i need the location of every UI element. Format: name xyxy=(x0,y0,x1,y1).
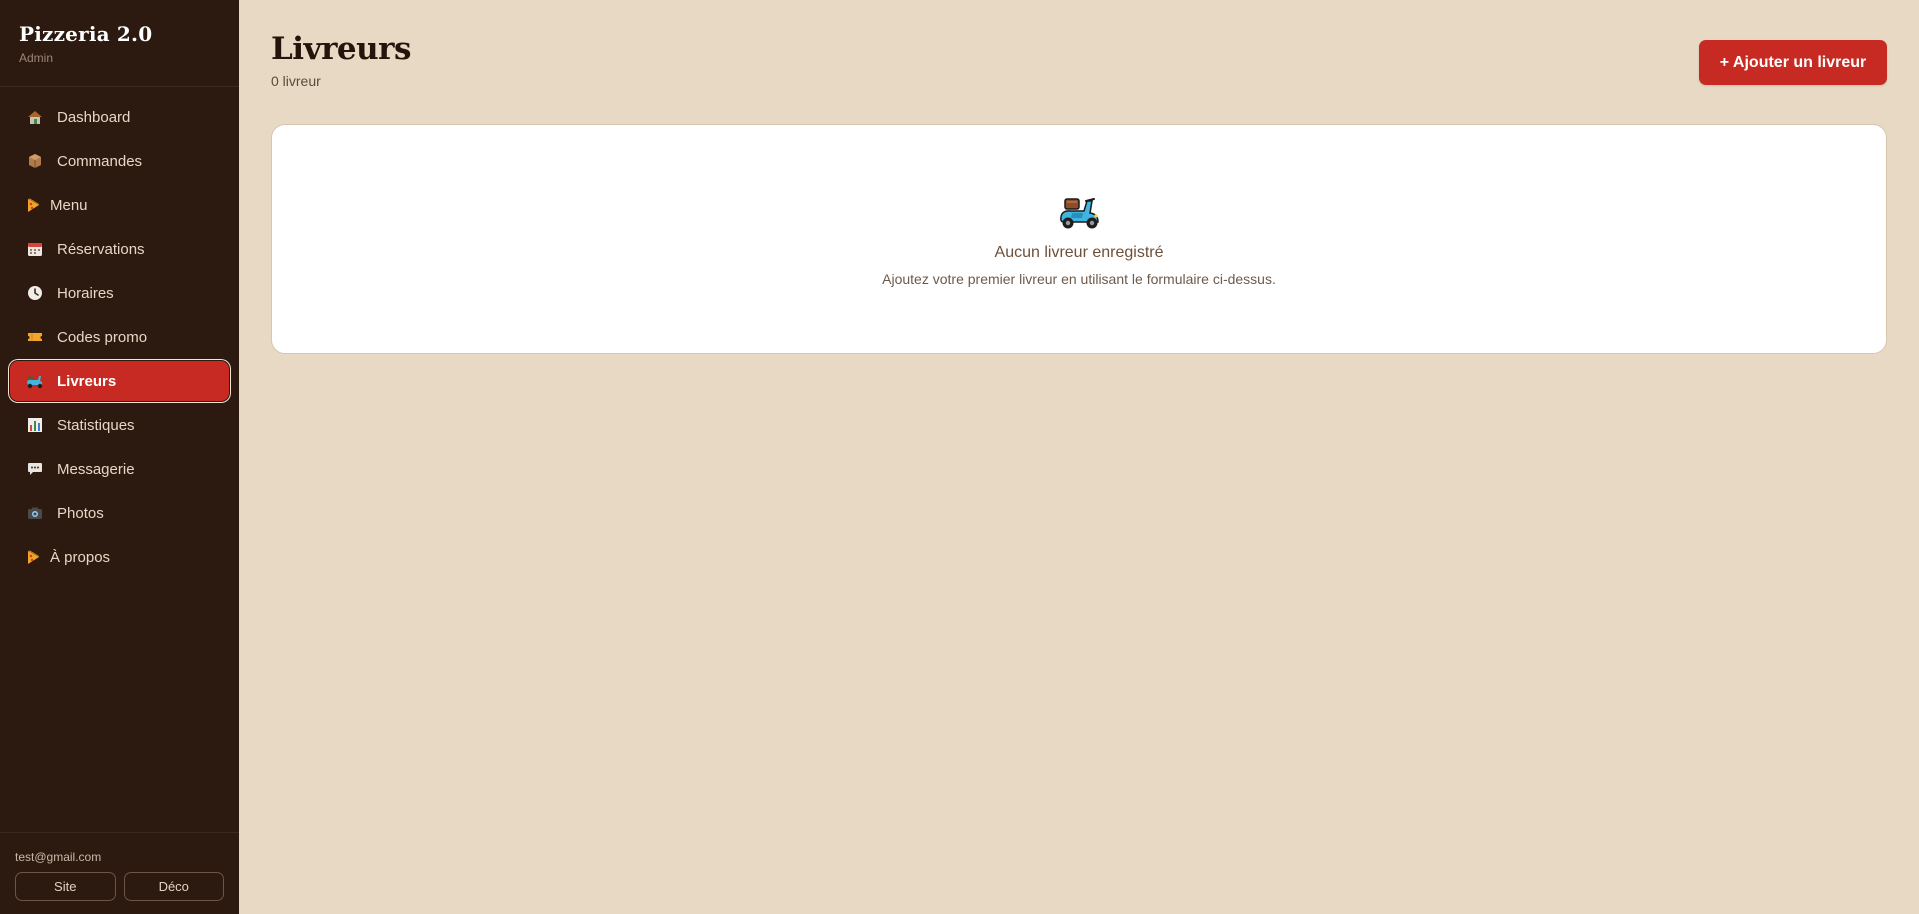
scooter-icon xyxy=(25,371,45,391)
sidebar-item-label: Messagerie xyxy=(57,460,135,478)
clock-icon xyxy=(25,283,45,303)
ticket-icon xyxy=(25,327,45,347)
sidebar-item-label: Menu xyxy=(50,196,88,214)
sidebar: Pizzeria 2.0 Admin Dashboard Commandes M… xyxy=(0,0,239,914)
brand: Pizzeria 2.0 Admin xyxy=(0,0,239,87)
scooter-icon xyxy=(1058,195,1102,231)
footer-buttons: Site Déco xyxy=(15,872,224,901)
brand-subtitle: Admin xyxy=(19,51,54,65)
sidebar-item-codes-promo[interactable]: Codes promo xyxy=(10,317,229,357)
sidebar-nav: Dashboard Commandes Menu Réservations Ho… xyxy=(0,97,239,581)
pizza-icon xyxy=(25,547,41,567)
sidebar-item-label: Codes promo xyxy=(57,328,148,346)
sidebar-item-horaires[interactable]: Horaires xyxy=(10,273,229,313)
sidebar-item-label: Dashboard xyxy=(57,108,131,126)
sidebar-item-livreurs[interactable]: Livreurs xyxy=(10,361,229,401)
bar-chart-icon xyxy=(25,415,45,435)
add-livreur-button[interactable]: + Ajouter un livreur xyxy=(1699,40,1887,85)
empty-state-description: Ajoutez votre premier livreur en utilisa… xyxy=(882,271,1276,287)
sidebar-item-label: Photos xyxy=(57,504,104,522)
sidebar-item-menu[interactable]: Menu xyxy=(10,185,229,225)
camera-icon xyxy=(25,503,45,523)
page-title: Livreurs xyxy=(271,31,411,67)
empty-state-title: Aucun livreur enregistré xyxy=(994,244,1164,261)
livreur-count: 0 livreur xyxy=(271,73,321,89)
calendar-icon xyxy=(25,239,45,259)
logout-button[interactable]: Déco xyxy=(123,872,224,901)
brand-title: Pizzeria 2.0 xyxy=(19,22,153,46)
speech-bubble-icon xyxy=(25,459,45,479)
house-icon xyxy=(25,107,45,127)
empty-state-card: Aucun livreur enregistré Ajoutez votre p… xyxy=(271,124,1887,354)
pizza-icon xyxy=(25,195,41,215)
sidebar-item-label: Statistiques xyxy=(57,416,135,434)
sidebar-item-reservations[interactable]: Réservations xyxy=(10,229,229,269)
sidebar-item-dashboard[interactable]: Dashboard xyxy=(10,97,229,137)
sidebar-footer: test@gmail.com Site Déco xyxy=(0,832,239,914)
sidebar-item-label: Commandes xyxy=(57,152,143,170)
sidebar-item-label: Horaires xyxy=(57,284,114,302)
sidebar-item-photos[interactable]: Photos xyxy=(10,493,229,533)
user-email: test@gmail.com xyxy=(15,850,102,864)
sidebar-item-label: Livreurs xyxy=(57,372,117,390)
sidebar-item-label: Réservations xyxy=(57,240,145,258)
sidebar-item-label: À propos xyxy=(50,548,111,566)
sidebar-item-messagerie[interactable]: Messagerie xyxy=(10,449,229,489)
site-button[interactable]: Site xyxy=(15,872,116,901)
sidebar-item-a-propos[interactable]: À propos xyxy=(10,537,229,577)
sidebar-item-commandes[interactable]: Commandes xyxy=(10,141,229,181)
sidebar-item-statistiques[interactable]: Statistiques xyxy=(10,405,229,445)
package-icon xyxy=(25,151,45,171)
